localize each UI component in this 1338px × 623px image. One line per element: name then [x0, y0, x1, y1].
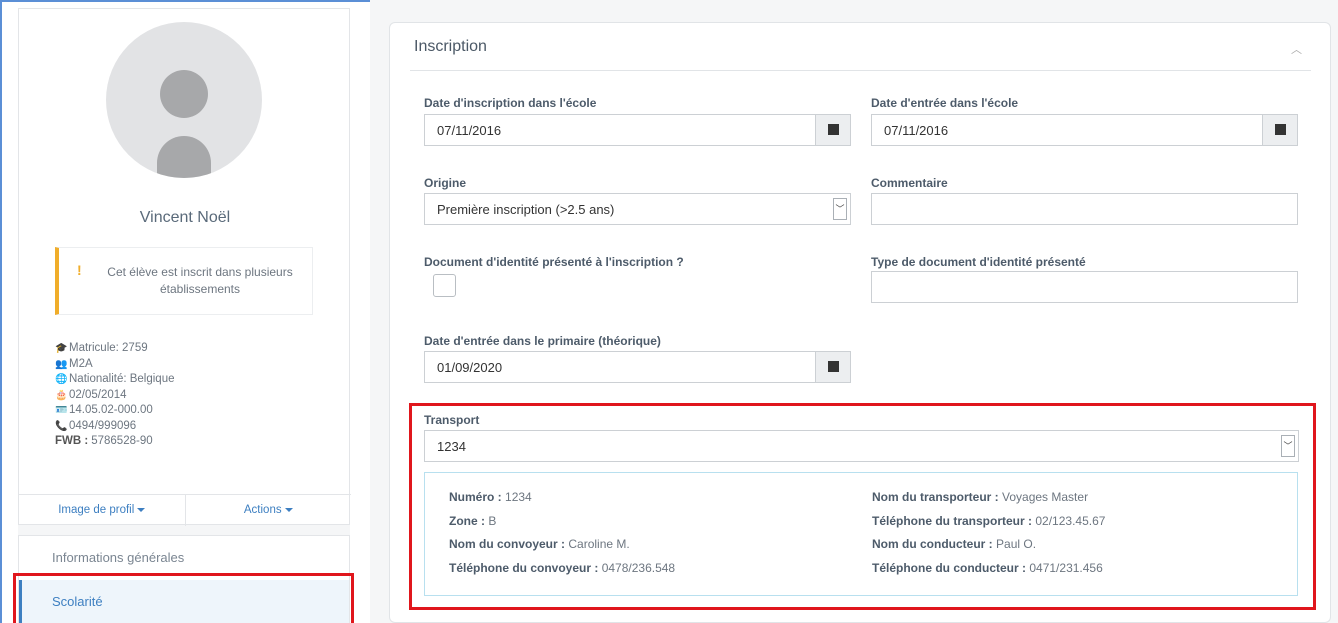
calendar-icon [827, 361, 839, 372]
type-doc-label: Type de document d'identité présenté [871, 255, 1086, 269]
chevron-up-icon[interactable]: ︿ [1291, 41, 1302, 57]
matricule-text: Matricule: 2759 [69, 342, 148, 354]
type-doc-input[interactable] [871, 271, 1298, 303]
student-name: Vincent Noël [139, 209, 231, 226]
transport-convoyeur-name: Nom du convoyeur : Caroline M. [449, 537, 630, 551]
transport-zone-label: Zone : [449, 514, 485, 528]
national-id-text: 14.05.02-000.00 [69, 404, 153, 416]
transport-numero-value: 1234 [505, 490, 532, 504]
student-sidebar: Vincent Noël ! Cet élève est inscrit dan… [18, 8, 351, 623]
origine-value: Première inscription (>2.5 ans) [437, 202, 615, 217]
image-profile-dropdown[interactable]: Image de profil [19, 495, 186, 526]
calendar-icon [827, 124, 839, 135]
info-row-matricule: 🎓 Matricule: 2759 [55, 341, 175, 357]
multi-school-alert: ! Cet élève est inscrit dans plusieurs é… [55, 247, 313, 315]
nav-item-general-info[interactable]: Informations générales [19, 536, 349, 580]
transport-select[interactable]: 1234 ﹀ [424, 430, 1299, 462]
avatar-body [157, 136, 211, 178]
date-inscription-label: Date d'inscription dans l'école [424, 96, 597, 110]
actions-label: Actions [243, 504, 282, 516]
date-primaire-label: Date d'entrée dans le primaire (théoriqu… [424, 334, 661, 348]
phone-text: 0494/999096 [69, 419, 137, 432]
origine-select[interactable]: Première inscription (>2.5 ans) ﹀ [424, 193, 851, 225]
transporteur-name-label: Nom du transporteur : [872, 490, 999, 504]
date-primaire-input[interactable]: 01/09/2020 [424, 351, 851, 383]
transport-label: Transport [424, 413, 480, 427]
calendar-button[interactable] [815, 114, 851, 146]
transport-convoyeur-name-value: Caroline M. [568, 537, 630, 551]
transport-numero: Numéro : 1234 [449, 490, 532, 504]
date-entree-label: Date d'entrée dans l'école [871, 96, 1019, 110]
fwb-value: 5786528-90 [91, 435, 153, 447]
conducteur-name-value: Paul O. [996, 537, 1037, 551]
date-entree-value: 07/11/2016 [884, 123, 949, 138]
transporteur-phone-label: Téléphone du transporteur : [872, 514, 1033, 528]
transport-convoyeur-phone-value: 0478/236.548 [601, 561, 676, 575]
date-entree-input[interactable]: 07/11/2016 [871, 114, 1298, 146]
chevron-down-icon: ﹀ [1281, 435, 1295, 457]
actions-dropdown[interactable]: Actions [186, 495, 352, 526]
phone-icon: 📞 [55, 420, 68, 432]
transporteur-name-value: Voyages Master [1002, 490, 1089, 504]
transport-convoyeur-phone: Téléphone du convoyeur : 0478/236.548 [449, 561, 675, 575]
avatar [106, 22, 262, 178]
conducteur-phone: Téléphone du conducteur : 0471/231.456 [872, 561, 1103, 575]
panel-title: Inscription [414, 38, 487, 55]
transport-value: 1234 [437, 439, 466, 454]
info-row-fwb: FWB : 5786528-90 [55, 434, 175, 450]
date-inscription-input[interactable]: 07/11/2016 [424, 114, 851, 146]
calendar-button[interactable] [1262, 114, 1298, 146]
profile-actions-bar: Image de profil Actions [19, 494, 351, 526]
warning-icon: ! [77, 262, 82, 278]
alert-message: Cet élève est inscrit dans plusieurs éta… [107, 265, 293, 296]
chevron-down-icon: ﹀ [833, 198, 847, 220]
info-row-national-id: 🪪 14.05.02-000.00 [55, 403, 175, 419]
commentaire-input[interactable] [871, 193, 1298, 225]
info-row-phone: 📞 0494/999096 [55, 419, 175, 435]
globe-icon: 🌐 [55, 374, 68, 385]
transport-zone-value: B [488, 514, 497, 528]
transport-convoyeur-name-label: Nom du convoyeur : [449, 537, 566, 551]
date-primaire-value: 01/09/2020 [437, 360, 503, 375]
transport-convoyeur-phone-label: Téléphone du convoyeur : [449, 561, 599, 575]
info-row-class: 👥 M2A [55, 357, 175, 373]
nationality-text: Nationalité: Belgique [69, 373, 175, 385]
info-row-birthdate: 🎂 02/05/2014 [55, 388, 175, 404]
class-text: M2A [69, 357, 93, 370]
transport-numero-label: Numéro : [449, 490, 502, 504]
transport-zone: Zone : B [449, 514, 496, 528]
calendar-button[interactable] [815, 351, 851, 383]
caret-down-icon [137, 507, 146, 512]
student-nav: Informations générales Scolarité [18, 535, 350, 623]
transport-details: Numéro : 1234 Zone : B Nom du convoyeur … [424, 472, 1298, 596]
student-info-list: 🎓 Matricule: 2759 👥 M2A 🌐 Nationalité: B… [55, 341, 175, 450]
conducteur-name: Nom du conducteur : Paul O. [872, 537, 1036, 551]
users-icon: 👥 [55, 358, 68, 370]
birthdate-text: 02/05/2014 [69, 388, 127, 401]
graduation-cap-icon: 🎓 [55, 343, 68, 354]
calendar-icon [1274, 124, 1286, 135]
info-row-nationality: 🌐 Nationalité: Belgique [55, 372, 175, 388]
date-inscription-value: 07/11/2016 [437, 123, 502, 138]
transporteur-name: Nom du transporteur : Voyages Master [872, 490, 1088, 504]
origine-label: Origine [424, 176, 467, 190]
avatar-head [160, 70, 208, 118]
nav-item-schooling[interactable]: Scolarité [19, 580, 349, 623]
doc-identite-label: Document d'identité présenté à l'inscrip… [424, 255, 684, 269]
transporteur-phone-value: 02/123.45.67 [1035, 514, 1106, 528]
fwb-label: FWB : [55, 435, 89, 447]
conducteur-name-label: Nom du conducteur : [872, 537, 993, 551]
conducteur-phone-value: 0471/231.456 [1029, 561, 1103, 575]
profile-card: Vincent Noël ! Cet élève est inscrit dan… [18, 8, 351, 526]
panel-divider [410, 70, 1311, 71]
birthday-cake-icon: 🎂 [55, 389, 68, 401]
doc-identite-checkbox[interactable] [433, 274, 456, 297]
conducteur-phone-label: Téléphone du conducteur : [872, 561, 1027, 575]
caret-down-icon [284, 507, 293, 512]
transporteur-phone: Téléphone du transporteur : 02/123.45.67 [872, 514, 1105, 528]
id-card-icon: 🪪 [55, 405, 68, 416]
commentaire-label: Commentaire [871, 176, 948, 190]
image-profile-label: Image de profil [58, 504, 135, 516]
